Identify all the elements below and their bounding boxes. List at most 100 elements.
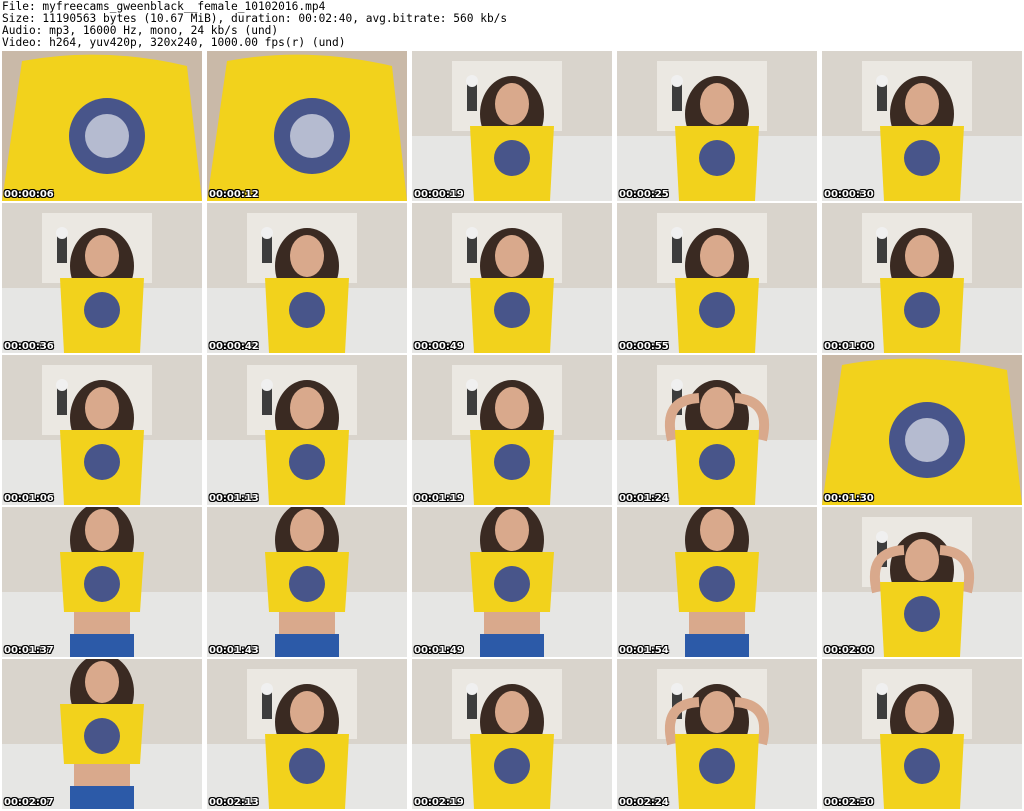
shirt-print bbox=[904, 596, 940, 632]
flower bbox=[466, 75, 478, 87]
shirt-print bbox=[699, 566, 735, 602]
shirt-print bbox=[699, 140, 735, 176]
file-info-header: File: myfreecams_gweenblack__female_1010… bbox=[2, 1, 1022, 49]
thumbnail-timestamp: 00:00:42 bbox=[209, 341, 259, 352]
face bbox=[905, 539, 939, 581]
face bbox=[85, 661, 119, 703]
face bbox=[85, 387, 119, 429]
flower bbox=[671, 227, 683, 239]
flower bbox=[466, 683, 478, 695]
video-thumbnail: 00:00:06 bbox=[2, 51, 202, 201]
flower bbox=[261, 379, 273, 391]
flower bbox=[876, 531, 888, 543]
flower bbox=[466, 379, 478, 391]
video-thumbnail: 00:01:00 bbox=[822, 203, 1022, 353]
video-thumbnail: 00:00:42 bbox=[207, 203, 407, 353]
thumbnail-timestamp: 00:01:54 bbox=[619, 645, 669, 656]
video-thumbnail: 00:01:06 bbox=[2, 355, 202, 505]
thumbnail-timestamp: 00:01:19 bbox=[414, 493, 464, 504]
thumbnail-frame bbox=[822, 659, 1022, 809]
jeans bbox=[70, 634, 134, 657]
shirt-print bbox=[494, 292, 530, 328]
thumbnail-frame bbox=[207, 355, 407, 505]
thumbnail-frame bbox=[617, 203, 817, 353]
jeans bbox=[275, 634, 339, 657]
video-thumbnail: 00:01:49 bbox=[412, 507, 612, 657]
video-thumbnail: 00:01:19 bbox=[412, 355, 612, 505]
face bbox=[700, 509, 734, 551]
shirt-print bbox=[494, 140, 530, 176]
face bbox=[700, 235, 734, 277]
face bbox=[905, 83, 939, 125]
shirt-print-face bbox=[85, 114, 129, 158]
video-thumbnail: 00:01:30 bbox=[822, 355, 1022, 505]
flower bbox=[671, 75, 683, 87]
thumbnail-timestamp: 00:01:13 bbox=[209, 493, 259, 504]
shirt-print bbox=[289, 566, 325, 602]
thumbnail-timestamp: 00:02:19 bbox=[414, 797, 464, 808]
video-thumbnail: 00:02:00 bbox=[822, 507, 1022, 657]
face bbox=[495, 691, 529, 733]
face bbox=[290, 235, 324, 277]
face bbox=[495, 509, 529, 551]
face bbox=[905, 235, 939, 277]
thumbnail-frame bbox=[412, 355, 612, 505]
video-thumbnail: 00:01:43 bbox=[207, 507, 407, 657]
face bbox=[495, 235, 529, 277]
flower bbox=[56, 379, 68, 391]
face bbox=[85, 235, 119, 277]
thumbnail-frame bbox=[412, 51, 612, 201]
flower bbox=[671, 379, 683, 391]
thumbnail-timestamp: 00:01:30 bbox=[824, 493, 874, 504]
thumbnail-timestamp: 00:00:30 bbox=[824, 189, 874, 200]
face bbox=[700, 83, 734, 125]
video-thumbnail: 00:01:13 bbox=[207, 355, 407, 505]
thumbnail-timestamp: 00:00:19 bbox=[414, 189, 464, 200]
thumbnail-timestamp: 00:02:00 bbox=[824, 645, 874, 656]
thumbnail-frame bbox=[822, 355, 1022, 505]
video-thumbnail: 00:01:54 bbox=[617, 507, 817, 657]
thumbnail-frame bbox=[2, 659, 202, 809]
shirt-print bbox=[699, 748, 735, 784]
thumbnail-frame bbox=[2, 51, 202, 201]
shirt-print bbox=[289, 444, 325, 480]
flower bbox=[876, 227, 888, 239]
thumbnail-timestamp: 00:00:12 bbox=[209, 189, 259, 200]
video-thumbnail: 00:00:49 bbox=[412, 203, 612, 353]
flower bbox=[876, 75, 888, 87]
thumbnail-frame bbox=[822, 51, 1022, 201]
shirt-print bbox=[84, 444, 120, 480]
shirt-print bbox=[904, 140, 940, 176]
thumbnail-timestamp: 00:01:24 bbox=[619, 493, 669, 504]
thumbnail-frame bbox=[207, 507, 407, 657]
face bbox=[700, 387, 734, 429]
video-thumbnail: 00:01:24 bbox=[617, 355, 817, 505]
thumbnail-frame bbox=[207, 203, 407, 353]
flower bbox=[261, 227, 273, 239]
thumbnail-frame bbox=[822, 507, 1022, 657]
video-thumbnail: 00:02:24 bbox=[617, 659, 817, 809]
video-thumbnail: 00:00:12 bbox=[207, 51, 407, 201]
face bbox=[495, 387, 529, 429]
thumbnail-grid: 00:00:06 00:00:12 00:00:19 00:00:25 00:00:30… bbox=[2, 51, 1022, 810]
thumbnail-timestamp: 00:02:24 bbox=[619, 797, 669, 808]
thumbnail-timestamp: 00:00:36 bbox=[4, 341, 54, 352]
thumbnail-timestamp: 00:00:55 bbox=[619, 341, 669, 352]
face bbox=[905, 691, 939, 733]
thumbnail-timestamp: 00:00:06 bbox=[4, 189, 54, 200]
video-thumbnail: 00:00:30 bbox=[822, 51, 1022, 201]
thumbnail-timestamp: 00:00:25 bbox=[619, 189, 669, 200]
video-thumbnail: 00:02:19 bbox=[412, 659, 612, 809]
jeans bbox=[685, 634, 749, 657]
flower bbox=[466, 227, 478, 239]
face bbox=[700, 691, 734, 733]
video-thumbnail: 00:02:30 bbox=[822, 659, 1022, 809]
shirt-print bbox=[289, 292, 325, 328]
thumbnail-timestamp: 00:01:37 bbox=[4, 645, 54, 656]
thumbnail-frame bbox=[617, 51, 817, 201]
thumbnail-timestamp: 00:02:30 bbox=[824, 797, 874, 808]
thumbnail-frame bbox=[822, 203, 1022, 353]
thumbnail-frame bbox=[412, 203, 612, 353]
shirt-print bbox=[84, 566, 120, 602]
thumbnail-timestamp: 00:02:07 bbox=[4, 797, 54, 808]
